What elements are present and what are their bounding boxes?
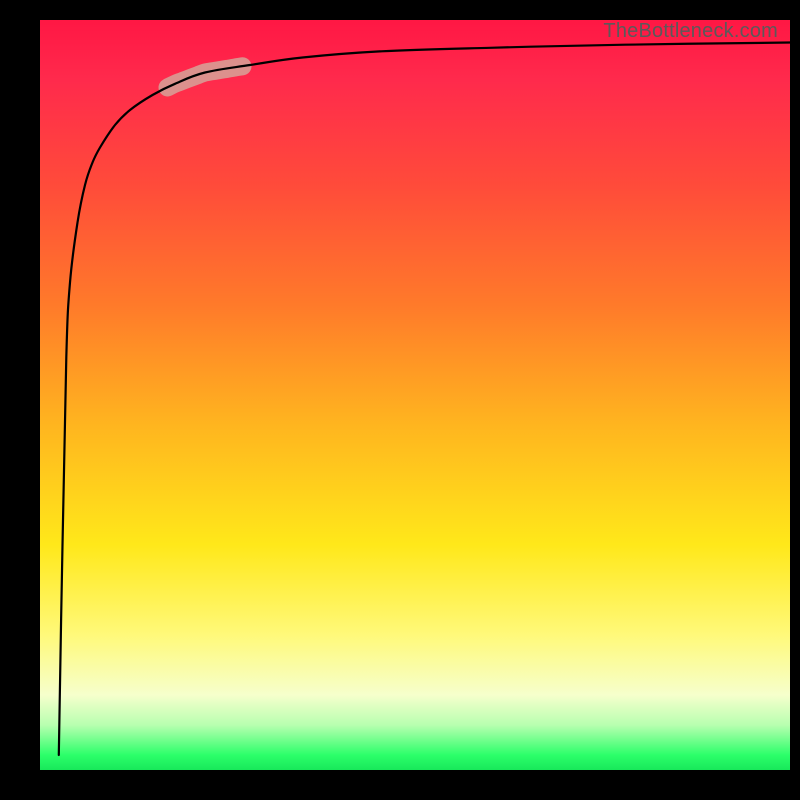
chart-frame: TheBottleneck.com [0, 0, 800, 800]
curve-main [59, 43, 790, 756]
curve-layer [40, 20, 790, 770]
plot-area: TheBottleneck.com [40, 20, 790, 770]
curve-highlight [168, 66, 243, 87]
